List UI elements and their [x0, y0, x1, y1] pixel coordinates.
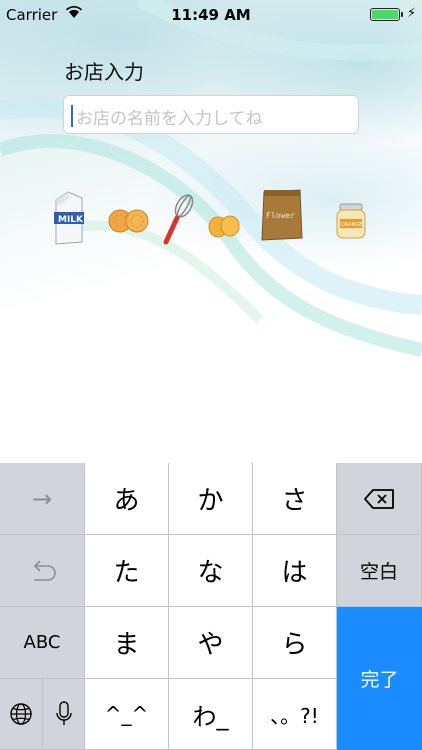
japanese-keyboard: → あ か さ た な は 空白 ABC ま や ら 完了 ^_^ わ_ 、。?…	[0, 463, 422, 750]
undo-key[interactable]	[0, 535, 85, 607]
globe-icon	[10, 703, 32, 725]
emoticon-key[interactable]: ^_^	[85, 679, 169, 750]
shop-name-input[interactable]: お店の名前を入力してね	[63, 95, 359, 134]
shop-name-placeholder: お店の名前を入力してね	[76, 109, 263, 129]
battery-tip	[401, 12, 403, 17]
done-key[interactable]: 完了	[337, 607, 422, 750]
key-ka[interactable]: か	[169, 463, 253, 535]
mic-key[interactable]	[43, 679, 85, 750]
delete-key[interactable]	[337, 463, 422, 535]
key-a[interactable]: あ	[85, 463, 169, 535]
flour-text: Flower	[266, 211, 295, 220]
undo-icon	[33, 559, 56, 581]
key-ha[interactable]: は	[253, 535, 337, 607]
battery-icon	[370, 8, 400, 21]
key-na[interactable]: な	[169, 535, 253, 607]
flour-bag-icon: Flower	[261, 189, 303, 241]
milk-carton-icon: MILK	[54, 191, 84, 245]
arrow-key[interactable]: →	[0, 463, 85, 535]
abc-key[interactable]: ABC	[0, 607, 85, 679]
key-ma[interactable]: ま	[85, 607, 169, 679]
key-ta[interactable]: た	[85, 535, 169, 607]
status-bar: Carrier 11:49 AM ⚡	[0, 0, 422, 30]
key-ra[interactable]: ら	[253, 607, 337, 679]
key-ya[interactable]: や	[169, 607, 253, 679]
text-caret	[71, 105, 73, 127]
key-sa[interactable]: さ	[253, 463, 337, 535]
microphone-icon	[55, 701, 72, 725]
shop-input-label: お店入力	[64, 60, 144, 84]
biscuits-icon	[108, 209, 149, 233]
delete-icon	[364, 488, 394, 509]
punctuation-key[interactable]: 、。?!	[253, 679, 337, 750]
clock: 11:49 AM	[171, 6, 251, 24]
space-key[interactable]: 空白	[337, 535, 422, 607]
jam-text: ORANGE	[341, 222, 362, 228]
milk-text: MILK	[58, 215, 84, 225]
charging-bolt-icon: ⚡	[407, 6, 417, 21]
eggs-icon	[208, 215, 240, 238]
whisk-icon	[163, 194, 194, 245]
globe-key[interactable]	[0, 679, 43, 750]
orange-jam-jar-icon: ORANGE	[336, 203, 366, 239]
key-wa[interactable]: わ_	[169, 679, 253, 750]
